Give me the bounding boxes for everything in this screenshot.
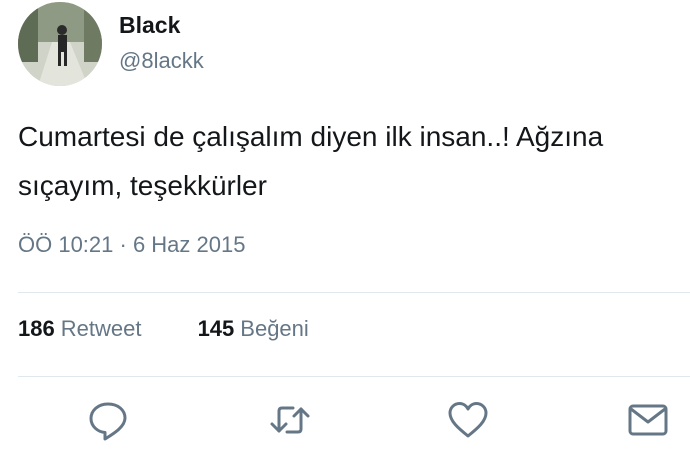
tweet-header: Black @8lackk bbox=[18, 2, 678, 86]
user-name[interactable]: Black bbox=[119, 12, 180, 39]
retweet-button[interactable] bbox=[268, 398, 312, 442]
heart-icon bbox=[448, 402, 488, 438]
retweet-label: Retweet bbox=[60, 316, 142, 341]
divider bbox=[18, 292, 690, 293]
retweet-count: 186 bbox=[18, 316, 55, 341]
like-label: Beğeni bbox=[240, 316, 309, 341]
retweet-stat[interactable]: 186 Retweet bbox=[18, 316, 141, 342]
retweet-icon bbox=[270, 406, 310, 434]
tweet-text: Cumartesi de çalışalım diyen ilk insan..… bbox=[18, 121, 604, 201]
like-count: 145 bbox=[197, 316, 235, 341]
reply-icon bbox=[89, 402, 127, 441]
user-handle[interactable]: @8lackk bbox=[119, 48, 204, 74]
tweet-actions bbox=[0, 398, 690, 444]
avatar[interactable] bbox=[18, 2, 102, 86]
avatar-photo bbox=[18, 2, 102, 86]
reply-button[interactable] bbox=[86, 398, 130, 442]
tweet-timestamp[interactable]: ÖÖ 10:21 · 6 Haz 2015 bbox=[18, 232, 245, 258]
message-button[interactable] bbox=[626, 398, 670, 442]
like-button[interactable] bbox=[446, 398, 490, 442]
like-stat[interactable]: 145 Beğeni bbox=[198, 316, 309, 342]
tweet-stats: 186 Retweet 145 Beğeni bbox=[18, 316, 309, 342]
divider bbox=[18, 376, 690, 377]
envelope-icon bbox=[628, 404, 668, 436]
